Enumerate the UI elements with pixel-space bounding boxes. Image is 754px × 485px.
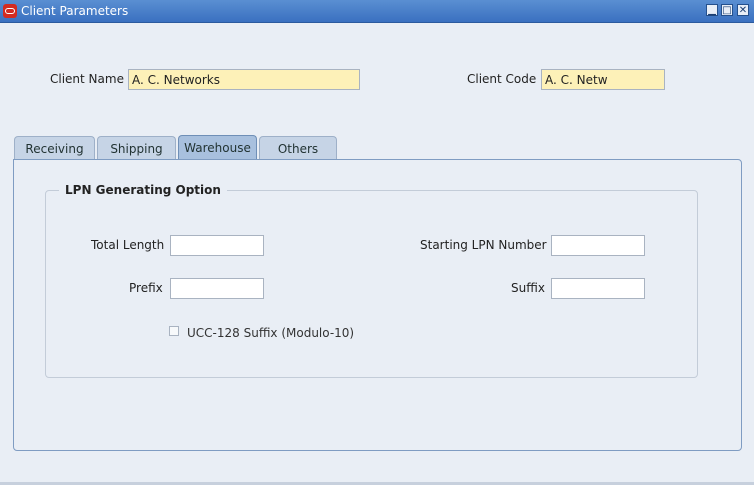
total-length-field[interactable] bbox=[170, 235, 264, 256]
starting-lpn-label: Starting LPN Number bbox=[420, 238, 547, 252]
title-bar: Client Parameters ▁ □ ✕ bbox=[0, 0, 754, 23]
client-name-label: Client Name bbox=[50, 72, 124, 86]
prefix-field[interactable] bbox=[170, 278, 264, 299]
client-code-field[interactable] bbox=[541, 69, 665, 90]
client-code-label: Client Code bbox=[467, 72, 537, 86]
client-name-field[interactable] bbox=[128, 69, 360, 90]
oracle-logo-icon bbox=[3, 4, 17, 18]
ucc-128-suffix-label: UCC-128 Suffix (Modulo-10) bbox=[187, 326, 355, 340]
prefix-label: Prefix bbox=[129, 281, 163, 295]
close-button[interactable]: ✕ bbox=[737, 4, 749, 16]
window-title: Client Parameters bbox=[21, 4, 129, 18]
tab-shipping[interactable]: Shipping bbox=[97, 136, 176, 160]
minimize-button[interactable]: ▁ bbox=[706, 4, 718, 16]
suffix-field[interactable] bbox=[551, 278, 645, 299]
starting-lpn-field[interactable] bbox=[551, 235, 645, 256]
total-length-label: Total Length bbox=[91, 238, 165, 252]
tab-warehouse[interactable]: Warehouse bbox=[178, 135, 257, 160]
tab-others[interactable]: Others bbox=[259, 136, 337, 160]
tab-receiving[interactable]: Receiving bbox=[14, 136, 95, 160]
maximize-button[interactable]: □ bbox=[721, 4, 733, 16]
suffix-label: Suffix bbox=[511, 281, 545, 295]
lpn-group-title: LPN Generating Option bbox=[59, 183, 227, 197]
ucc-128-suffix-checkbox[interactable] bbox=[169, 326, 179, 336]
